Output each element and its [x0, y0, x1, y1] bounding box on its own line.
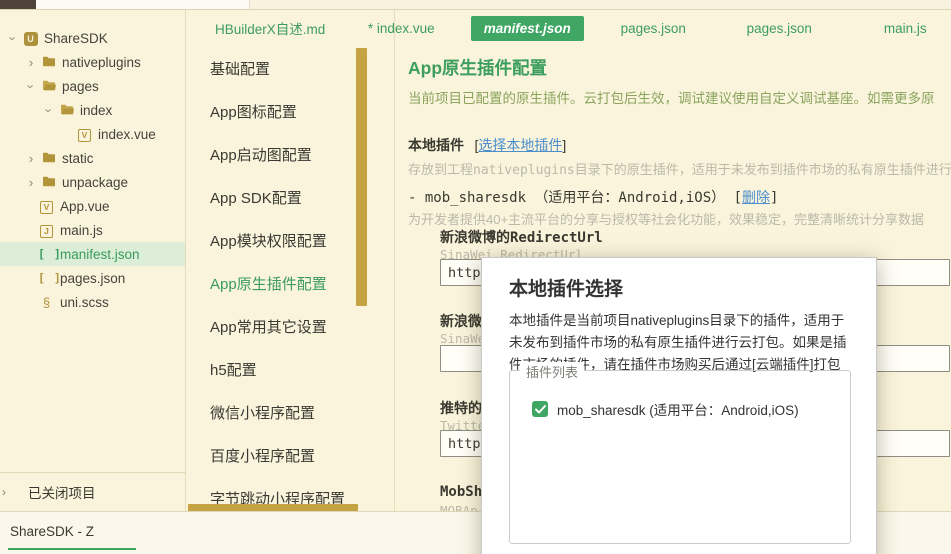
- bracket-close: ]: [770, 190, 779, 206]
- vertical-scrollbar-thumb[interactable]: [356, 48, 367, 306]
- local-plugin-select-dialog: 本地插件选择 本地插件是当前项目nativeplugins目录下的插件，适用于未…: [481, 257, 877, 554]
- top-strip-dark-segment: [0, 0, 36, 9]
- plugin-entry-description: 为开发者提供40+主流平台的分享与授权等社会化功能，效果稳定，完整清晰统计分享数…: [408, 212, 925, 227]
- local-plugin-description: 存放到工程nativeplugins目录下的原生插件，适用于未发布到插件市场的私…: [408, 163, 951, 178]
- choose-local-plugin-link[interactable]: 选择本地插件: [478, 137, 562, 153]
- tree-item-label: App.vue: [60, 198, 110, 214]
- tree-item-sharesdk[interactable]: › U ShareSDK: [0, 26, 185, 50]
- tree-item-label: manifest.json: [60, 246, 140, 262]
- chevron-right-icon[interactable]: ›: [22, 55, 40, 70]
- window-top-strip: [0, 0, 951, 10]
- json-file-icon: [ ]: [38, 247, 62, 261]
- tree-item-label: uni.scss: [60, 294, 109, 310]
- tree-item-label: main.js: [60, 222, 103, 238]
- tree-item-label: pages.json: [60, 270, 126, 286]
- tree-item-pages-json[interactable]: [ ] pages.json: [0, 266, 185, 290]
- tree-item-app-vue[interactable]: V App.vue: [0, 194, 185, 218]
- field-label-twitter: 推特的: [440, 401, 482, 417]
- local-plugin-section-label: 本地插件: [408, 137, 464, 153]
- page-title: App原生插件配置: [408, 58, 548, 78]
- dialog-title: 本地插件选择: [509, 279, 624, 300]
- scss-file-icon: §: [42, 294, 51, 310]
- closed-projects-label: 已关闭项目: [28, 486, 96, 501]
- delete-plugin-link[interactable]: 删除: [742, 190, 770, 206]
- plugin-list-fieldset: 插件列表 mob_sharesdk (适用平台：Android,iOS): [509, 362, 851, 544]
- field-label-mobshare: MobSh: [440, 484, 483, 500]
- json-file-icon: [ ]: [38, 271, 62, 285]
- status-project-tab[interactable]: ShareSDK - Z: [10, 524, 94, 539]
- tab-label: HBuilderX自述.md: [215, 22, 326, 37]
- plugin-checkbox-row[interactable]: mob_sharesdk (适用平台：Android,iOS): [532, 399, 799, 419]
- checkbox-checked-icon[interactable]: [532, 401, 548, 417]
- tree-item-label: index: [80, 102, 113, 118]
- tree-item-index[interactable]: › index: [0, 98, 185, 122]
- horizontal-scrollbar-thumb[interactable]: [188, 504, 358, 511]
- tree-item-label: nativeplugins: [62, 54, 141, 70]
- tree-item-label: pages: [62, 78, 99, 94]
- vue-file-icon: V: [76, 127, 93, 142]
- chevron-down-icon[interactable]: ›: [24, 77, 39, 95]
- tree-item-label: ShareSDK: [44, 30, 108, 46]
- folder-open-icon: [40, 79, 57, 94]
- plugin-list-legend: 插件列表: [520, 362, 585, 381]
- field-key-mobshare: MOBAp: [440, 503, 478, 511]
- folder-closed-icon: [40, 151, 57, 166]
- tree-item-nativeplugins[interactable]: › nativeplugins: [0, 50, 185, 74]
- nav-item-baidu-mp-config[interactable]: 百度小程序配置: [186, 435, 394, 478]
- nav-item-app-other-settings[interactable]: App常用其它设置: [186, 306, 394, 349]
- hbuilderx-window: › U ShareSDK › nativeplugins › pages › i…: [0, 0, 951, 554]
- field-label-sina-redirecturl: 新浪微博的RedirectUrl: [440, 230, 603, 246]
- chevron-down-icon[interactable]: ›: [42, 101, 57, 119]
- nav-item-h5-config[interactable]: h5配置: [186, 349, 394, 392]
- tree-item-label: unpackage: [62, 174, 129, 190]
- chevron-right-icon[interactable]: ›: [22, 175, 40, 190]
- bracket-close: ]: [562, 137, 567, 153]
- closed-projects-section: › 已关闭项目: [0, 472, 186, 503]
- nav-item-weixin-mp-config[interactable]: 微信小程序配置: [186, 392, 394, 435]
- vue-file-icon: V: [38, 199, 55, 214]
- plugin-checkbox-label: mob_sharesdk (适用平台：Android,iOS): [557, 403, 799, 418]
- tree-item-label: index.vue: [98, 126, 156, 142]
- tree-item-index-vue[interactable]: V index.vue: [0, 122, 185, 146]
- plugin-entry-name: - mob_sharesdk （适用平台：Android,iOS）: [408, 190, 726, 206]
- tab-hbuilderx-readme[interactable]: HBuilderX自述.md: [202, 13, 338, 43]
- file-explorer-sidebar: › U ShareSDK › nativeplugins › pages › i…: [0, 10, 186, 511]
- manifest-config-nav: 基础配置 App图标配置 App启动图配置 App SDK配置 App模块权限配…: [186, 10, 395, 511]
- closed-projects-header[interactable]: › 已关闭项目: [0, 481, 186, 503]
- folder-open-icon: [58, 103, 75, 118]
- page-subtitle: 当前项目已配置的原生插件。云打包后生效，调试建议使用自定义调试基座。如需更多原: [408, 91, 935, 106]
- js-file-icon: J: [38, 223, 55, 238]
- tree-item-pages[interactable]: › pages: [0, 74, 185, 98]
- chevron-right-icon[interactable]: ›: [22, 151, 40, 166]
- folder-closed-icon: [40, 55, 57, 70]
- uniapp-project-icon: U: [22, 31, 39, 46]
- folder-closed-icon: [40, 175, 57, 190]
- status-project-active-underline: [8, 548, 136, 550]
- tree-item-label: static: [62, 150, 94, 166]
- field-label-sina-2: 新浪微: [440, 314, 482, 330]
- tree-item-static[interactable]: › static: [0, 146, 185, 170]
- tree-item-main-js[interactable]: J main.js: [0, 218, 185, 242]
- top-strip-light-segment: [36, 0, 250, 9]
- chevron-right-icon: ›: [2, 485, 6, 499]
- field-key-sina-2: SinaWe: [440, 331, 486, 346]
- bracket-open: [: [733, 190, 743, 206]
- chevron-down-icon[interactable]: ›: [6, 29, 21, 47]
- project-tree: › U ShareSDK › nativeplugins › pages › i…: [0, 10, 185, 314]
- tree-item-uni-scss[interactable]: § uni.scss: [0, 290, 185, 314]
- tree-item-unpackage[interactable]: › unpackage: [0, 170, 185, 194]
- tree-item-manifest-json[interactable]: [ ] manifest.json: [0, 242, 185, 266]
